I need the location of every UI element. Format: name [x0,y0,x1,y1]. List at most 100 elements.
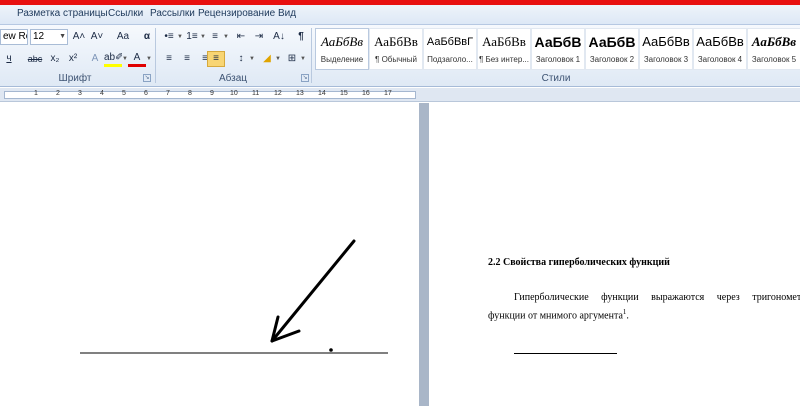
highlight-icon[interactable]: ab✐ [104,51,122,67]
style-preview: АаБбВв [642,34,690,49]
style-preview: АаБбВвГ [426,36,474,48]
font-name-value: ew Ro [3,31,27,42]
style-name: Заголовок 5 [751,55,797,64]
paragraph-line: функции от мнимого аргумента1. [488,308,629,321]
ruler-number: 12 [274,90,282,97]
ruler-number: 8 [188,90,192,97]
chevron-down-icon: ▼ [249,56,255,62]
group-label-styles: Стили [541,73,571,84]
ruler-number: 15 [340,90,348,97]
underline-icon[interactable]: ч [0,51,18,67]
ribbon-tabs: Разметка страницы Ссылки Рассылки Реценз… [0,5,800,25]
grow-font-icon[interactable]: A˄ [70,29,88,45]
style-preview: АаБбВв [374,34,418,49]
ruler-number: 3 [78,90,82,97]
increase-indent-icon[interactable]: ⇥ [250,29,268,45]
line-spacing-icon[interactable]: ↕ [232,51,250,67]
align-left-icon[interactable]: ≡ [160,51,178,67]
arrow-shaft [270,239,356,343]
ruler-number: 6 [144,90,148,97]
style-no-spacing[interactable]: АаБбВв ¶ Без интер... [477,28,531,70]
change-case-icon[interactable]: α [138,29,156,45]
borders-icon[interactable]: ⊞ [283,51,301,67]
ruler-number: 9 [210,90,214,97]
style-emphasis[interactable]: АаБбВв Выделение [315,28,369,70]
multilevel-list-icon[interactable]: ≡ [206,29,224,45]
style-name: Заголовок 3 [643,55,689,64]
paragraph-dialog-launcher-icon[interactable]: ↘ [301,74,309,82]
justify-icon[interactable]: ≡ [207,51,225,67]
ruler-number: 11 [252,90,260,97]
style-name: ¶ Без интер... [479,55,529,64]
ruler-number: 2 [56,90,60,97]
annotation-drawing [80,239,388,354]
ruler-number: 17 [384,90,392,97]
style-name: Выделение [320,55,364,64]
style-subtitle[interactable]: АаБбВвГ Подзаголо... [423,28,477,70]
decrease-indent-icon[interactable]: ⇤ [232,29,250,45]
style-preview: АаБбВ [588,34,636,50]
horizontal-ruler[interactable]: 1 2 3 4 5 6 7 8 9 10 11 12 13 14 15 16 1… [0,88,800,102]
ruler-number: 4 [100,90,104,97]
tab-page-layout[interactable]: Разметка страницы [17,8,108,23]
ruler-number: 7 [166,90,170,97]
shading-icon[interactable]: ◢ [258,51,276,67]
chevron-down-icon: ▼ [223,34,229,40]
style-name: Заголовок 2 [589,55,635,64]
strikethrough-icon[interactable]: abc [26,51,44,67]
tab-view[interactable]: Вид [278,8,296,23]
style-name: Заголовок 1 [535,55,581,64]
style-preview: АаБбВв [320,34,364,49]
subscript-icon[interactable]: x₂ [46,51,64,67]
font-color-icon[interactable]: A [128,51,146,67]
ink-dot [329,348,333,352]
document-workspace: 2.2 Свойства гиперболических функций Гип… [0,103,800,406]
style-heading-4[interactable]: АаБбВв Заголовок 4 [693,28,747,70]
section-heading: 2.2 Свойства гиперболических функций [488,257,670,268]
ruler-number: 13 [296,90,304,97]
style-name: Заголовок 4 [697,55,743,64]
ruler-number: 14 [318,90,326,97]
group-label-paragraph: Абзац [218,73,248,84]
style-preview: АаБбВв [482,34,526,49]
text-effects-icon[interactable]: A [86,51,104,67]
tab-review[interactable]: Рецензирование [198,8,275,23]
chevron-down-icon: ▼ [275,56,281,62]
show-formatting-icon[interactable]: ¶ [292,29,310,45]
chevron-down-icon: ▼ [146,56,152,62]
document-page-left[interactable] [0,103,419,406]
style-heading-3[interactable]: АаБбВв Заголовок 3 [639,28,693,70]
ruler-number: 5 [122,90,126,97]
page-separator [419,103,429,406]
style-preview: АаБбВв [751,34,797,49]
ribbon: ew Ro 12 ▼ A˄ A˅ Aa α ч abc x₂ x² A ab✐ … [0,25,800,87]
group-label-font: Шрифт [58,73,92,84]
tab-references[interactable]: Ссылки [108,8,143,23]
paragraph-period: . [626,310,629,322]
style-name: Подзаголо... [427,55,473,64]
bullets-icon[interactable]: •≡ [160,29,178,45]
clear-format-icon[interactable]: Aa [114,29,132,45]
font-dialog-launcher-icon[interactable]: ↘ [143,74,151,82]
ruler-number: 1 [34,90,38,97]
tab-mailings[interactable]: Рассылки [150,8,195,23]
shrink-font-icon[interactable]: A˅ [88,29,106,45]
style-normal[interactable]: АаБбВв ¶ Обычный [369,28,423,70]
numbering-icon[interactable]: 1≡ [183,29,201,45]
font-size-value: 12 [33,31,45,42]
superscript-icon[interactable]: x² [64,51,82,67]
align-center-icon[interactable]: ≡ [178,51,196,67]
paragraph-line: Гиперболические функции выражаются через… [514,292,800,303]
style-heading-1[interactable]: АаБбВ Заголовок 1 [531,28,585,70]
footnote-separator [514,353,617,354]
sort-icon[interactable]: A↓ [270,29,288,45]
paragraph-text: функции от мнимого аргумента [488,310,623,322]
ruler-number: 10 [230,90,238,97]
style-preview: АаБбВ [534,34,582,50]
font-size-combo[interactable]: 12 ▼ [30,29,68,45]
document-page-right[interactable]: 2.2 Свойства гиперболических функций Гип… [429,103,800,406]
font-name-combo[interactable]: ew Ro [0,29,28,45]
style-heading-5[interactable]: АаБбВв Заголовок 5 [747,28,800,70]
style-heading-2[interactable]: АаБбВ Заголовок 2 [585,28,639,70]
ruler-number: 16 [362,90,370,97]
